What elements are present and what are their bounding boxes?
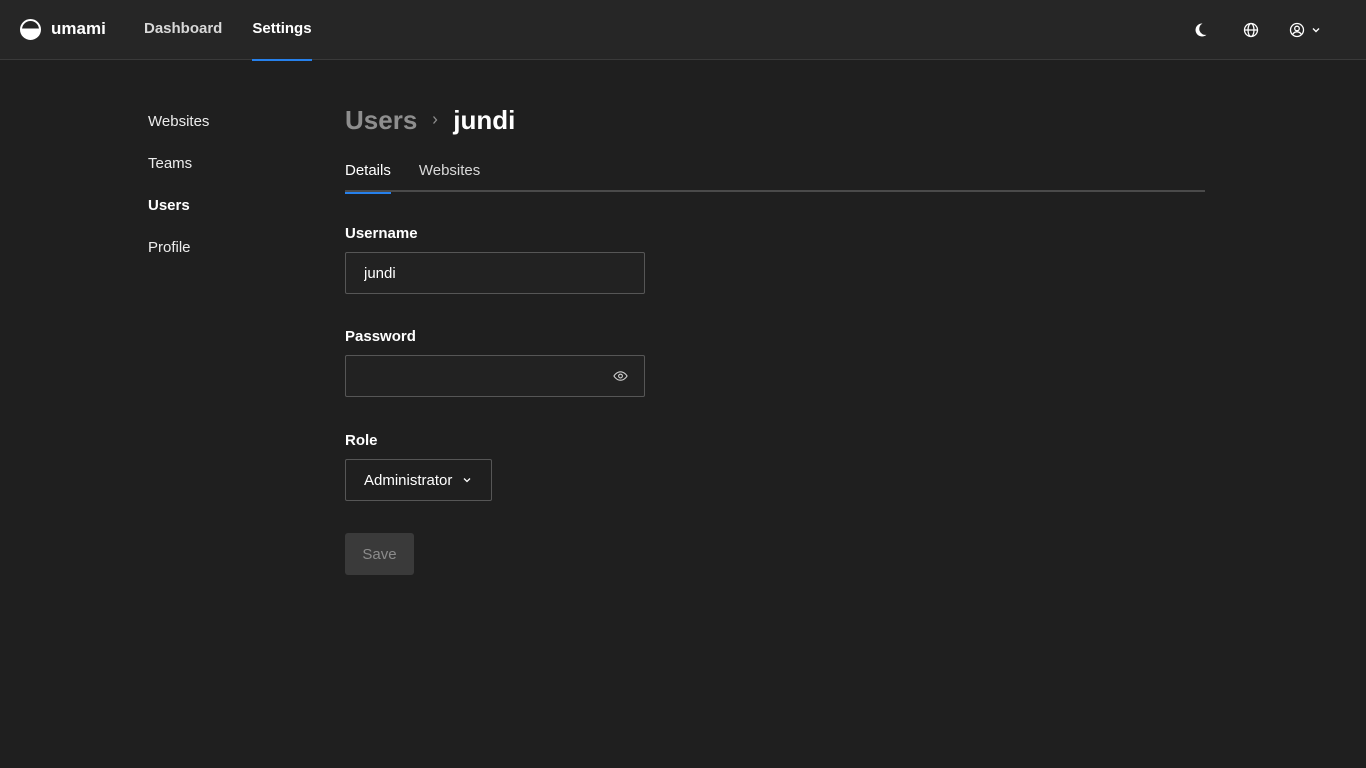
sidebar-item-teams[interactable]: Teams <box>148 150 308 192</box>
language-button[interactable] <box>1231 10 1271 50</box>
password-label: Password <box>345 328 416 345</box>
user-menu-button[interactable] <box>1282 10 1328 50</box>
chevron-right-icon <box>431 115 439 125</box>
show-password-icon[interactable] <box>613 369 628 388</box>
tab-websites[interactable]: Websites <box>419 150 480 192</box>
umami-logo-icon <box>20 18 41 40</box>
role-select[interactable]: Administrator <box>345 459 492 501</box>
settings-sidebar: Websites Teams Users Profile <box>148 108 308 276</box>
main-content: Users jundi Details Websites Username Pa… <box>345 100 1205 575</box>
main-nav: Dashboard Settings <box>144 0 312 61</box>
moon-icon <box>1195 23 1207 37</box>
breadcrumb-users-link[interactable]: Users <box>345 105 417 136</box>
globe-icon <box>1243 22 1259 38</box>
username-field-wrapper <box>345 252 645 294</box>
user-details-form: Username Password Role Administrator <box>345 224 645 575</box>
top-actions <box>1169 0 1328 60</box>
username-label: Username <box>345 225 418 242</box>
sidebar-item-users[interactable]: Users <box>148 192 308 234</box>
app-logo[interactable]: umami <box>20 18 106 40</box>
page-title: jundi <box>453 104 516 135</box>
password-field[interactable] <box>346 356 644 396</box>
tabs: Details Websites <box>345 150 1205 194</box>
sidebar-item-websites[interactable]: Websites <box>148 108 308 150</box>
chevron-down-icon <box>463 478 471 483</box>
tab-details[interactable]: Details <box>345 150 391 194</box>
role-select-value: Administrator <box>364 471 453 489</box>
nav-settings[interactable]: Settings <box>252 0 312 61</box>
save-button[interactable]: Save <box>345 533 414 575</box>
password-field-wrapper <box>345 355 645 397</box>
role-label: Role <box>345 432 378 449</box>
breadcrumb: Users jundi <box>345 100 1205 140</box>
chevron-down-icon <box>1312 28 1320 33</box>
app-name: umami <box>51 19 106 38</box>
user-circle-icon <box>1289 22 1305 38</box>
username-field[interactable] <box>346 253 644 293</box>
sidebar-item-profile[interactable]: Profile <box>148 234 308 276</box>
top-bar: umami Dashboard Settings <box>0 0 1366 61</box>
nav-dashboard[interactable]: Dashboard <box>144 0 222 60</box>
theme-toggle-button[interactable] <box>1180 10 1220 50</box>
